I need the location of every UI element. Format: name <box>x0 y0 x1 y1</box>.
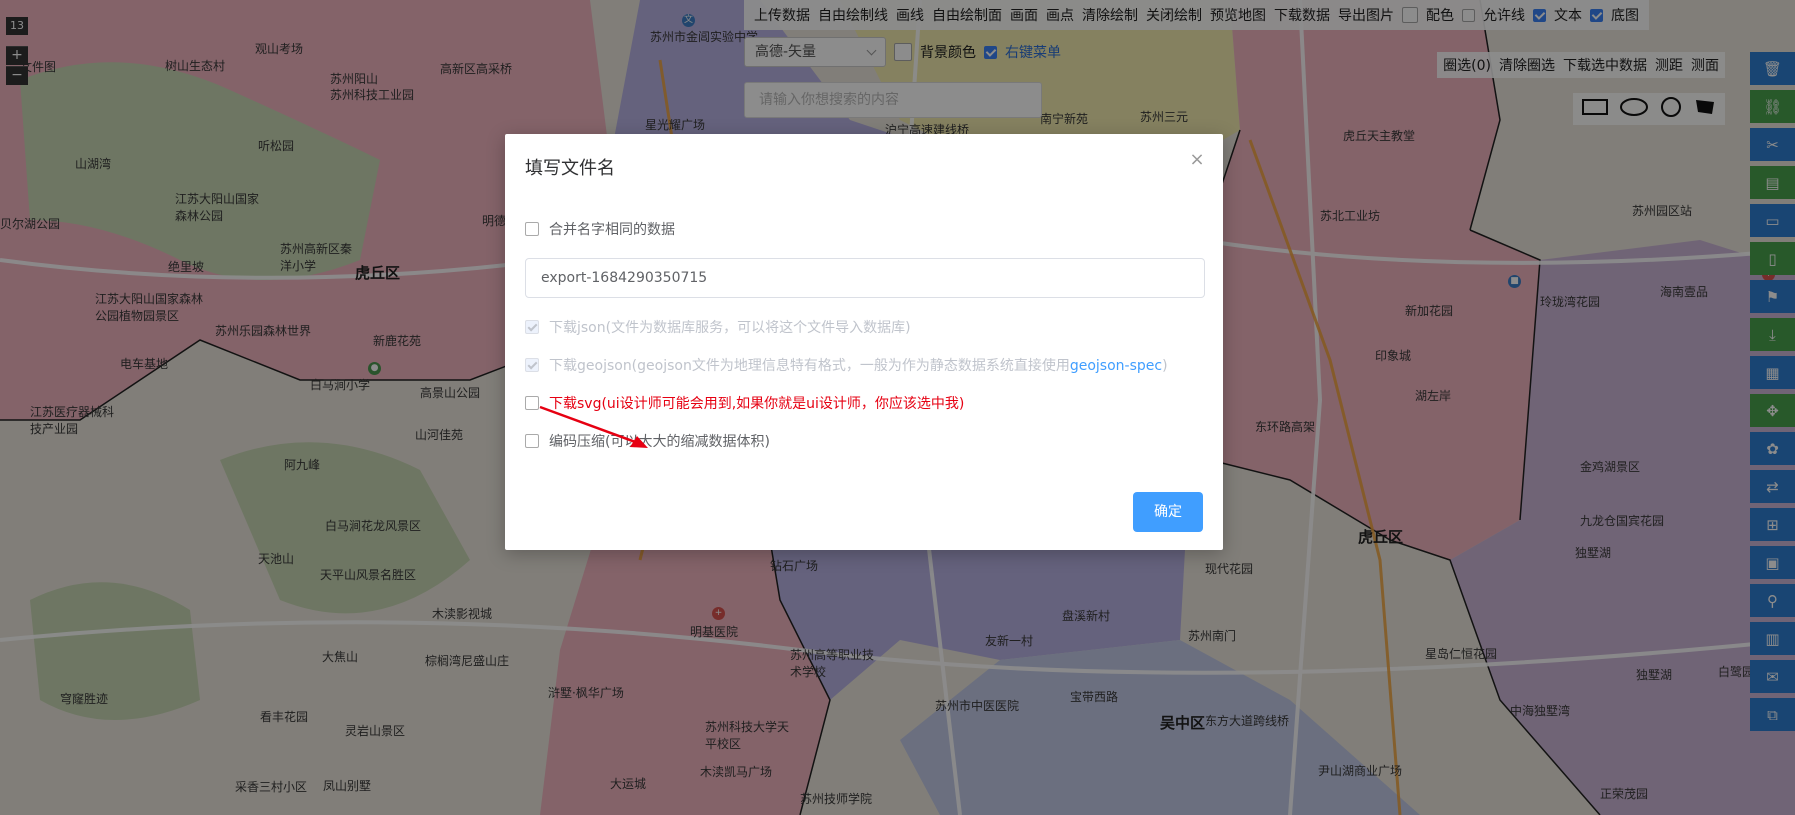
close-icon[interactable]: × <box>1189 151 1205 169</box>
dialog-title: 填写文件名 <box>525 158 615 179</box>
json-label: 下载json(文件为数据库服务，可以将这个文件导入数据库) <box>549 320 911 336</box>
json-checkbox <box>525 320 539 334</box>
confirm-button[interactable]: 确定 <box>1133 492 1203 532</box>
download-json-option: 下载json(文件为数据库服务，可以将这个文件导入数据库) <box>525 317 911 337</box>
geojson-label: 下载geojson(geojson文件为地理信息特有格式，一般为作为静态数据系统… <box>549 358 1070 374</box>
merge-checkbox[interactable] <box>525 222 539 236</box>
annotation-arrow-icon <box>539 405 648 448</box>
compress-checkbox[interactable] <box>525 434 539 448</box>
filename-dialog: 填写文件名 × 合并名字相同的数据 export-1684290350715 下… <box>505 134 1223 550</box>
merge-label: 合并名字相同的数据 <box>549 222 675 238</box>
filename-input[interactable]: export-1684290350715 <box>525 258 1205 298</box>
geojson-spec-link[interactable]: geojson-spec <box>1070 358 1162 374</box>
download-geojson-option: 下载geojson(geojson文件为地理信息特有格式，一般为作为静态数据系统… <box>525 355 1168 375</box>
merge-same-name-option[interactable]: 合并名字相同的数据 <box>525 219 675 239</box>
svg-checkbox[interactable] <box>525 396 539 410</box>
geojson-checkbox <box>525 358 539 372</box>
geojson-label-tail: ) <box>1162 358 1168 374</box>
